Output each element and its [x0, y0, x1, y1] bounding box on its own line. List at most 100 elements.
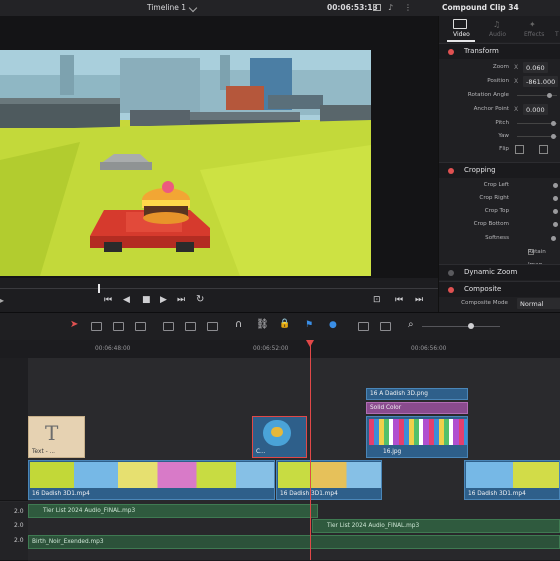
- section-enable-dot[interactable]: [448, 49, 454, 55]
- crop-right-label: Crop Right: [479, 195, 509, 201]
- play-icon[interactable]: ▶: [160, 295, 167, 305]
- game-scene-image: [0, 50, 371, 276]
- transport-bar: ▸ ⏮ ◀ ■ ▶ ⏭ ↻ ⊡ ⏮ ⏭: [0, 278, 438, 312]
- retain-row: Retain Imag: [439, 246, 560, 268]
- video-tab-icon[interactable]: [453, 19, 467, 29]
- section-enable-dot[interactable]: [448, 287, 454, 293]
- flag-icon[interactable]: ⚑: [305, 320, 313, 330]
- crop-left-row: Crop Left: [439, 179, 560, 192]
- composite-section-header[interactable]: Composite: [439, 281, 560, 297]
- crop-left-slider[interactable]: [553, 183, 558, 188]
- section-enable-dot[interactable]: [448, 168, 454, 174]
- zoom-x-field[interactable]: 0.060: [523, 62, 548, 73]
- rotation-slider[interactable]: [547, 93, 552, 98]
- scrubber-handle[interactable]: [98, 284, 100, 293]
- clip-solid-color[interactable]: Solid Color: [366, 402, 468, 414]
- cropping-section-header[interactable]: Cropping: [439, 162, 560, 178]
- audio-clip-a1[interactable]: Tier List 2024 Audio_FINAL.mp3: [28, 504, 318, 518]
- zoom-detail-icon[interactable]: [380, 322, 391, 331]
- zoom-slider-handle[interactable]: [468, 323, 474, 329]
- clip-label: 16.jpg: [383, 449, 402, 455]
- inspector-title: Compound Clip 34: [442, 3, 519, 12]
- overwrite-clip-icon[interactable]: [185, 322, 196, 331]
- audio-clip-a3[interactable]: Birth_Noir_Exended.mp3: [28, 535, 560, 549]
- clip-compound-selected[interactable]: C...: [252, 416, 307, 458]
- stop-icon[interactable]: ■: [142, 295, 151, 305]
- blade-tool-icon[interactable]: [135, 322, 146, 331]
- yaw-slider[interactable]: [551, 134, 556, 139]
- zoom-search-icon[interactable]: ⌕: [408, 319, 414, 330]
- a2-volume[interactable]: 2.0: [14, 522, 24, 529]
- track-headers: [0, 358, 28, 501]
- dynamic-zoom-section-header[interactable]: Dynamic Zoom: [439, 264, 560, 280]
- crop-bottom-slider[interactable]: [553, 222, 558, 227]
- marker-icon[interactable]: ●: [329, 320, 337, 330]
- section-title: Transform: [464, 47, 499, 55]
- audio-tab-icon[interactable]: ♫: [493, 20, 500, 29]
- position-x-field[interactable]: -861.000: [523, 76, 559, 87]
- match-frame-icon[interactable]: ⊡: [373, 295, 381, 305]
- timeline-panel: 00:06:48:00 00:06:52:00 00:06:56:00 16 A…: [0, 340, 560, 561]
- linked-selection-icon[interactable]: ⛓: [256, 319, 269, 330]
- position-row: Position X -861.000: [439, 75, 560, 88]
- composite-mode-select[interactable]: Normal: [517, 298, 560, 309]
- text-title-icon: T: [45, 421, 59, 445]
- more-options-icon[interactable]: ⋮: [404, 3, 412, 12]
- anchor-label: Anchor Point: [473, 106, 509, 112]
- zoom-full-icon[interactable]: [358, 322, 369, 331]
- tab-audio[interactable]: Audio: [489, 31, 506, 38]
- lock-icon[interactable]: 🔒: [279, 319, 290, 329]
- tab-video[interactable]: Video: [453, 31, 470, 38]
- play-reverse-icon[interactable]: ◀: [123, 295, 130, 305]
- clip-thumbnail-strip: [30, 462, 274, 488]
- clip-dadish-mp4-b[interactable]: 16 Dadish 3D1.mp4: [276, 460, 382, 500]
- a1-volume[interactable]: 2.0: [14, 508, 24, 515]
- monitor-icon[interactable]: [373, 4, 381, 11]
- crop-bottom-label: Crop Bottom: [473, 221, 509, 227]
- crop-top-slider[interactable]: [553, 209, 558, 214]
- replace-clip-icon[interactable]: [207, 322, 218, 331]
- snapping-icon[interactable]: ∩: [235, 319, 242, 330]
- flip-vertical-icon[interactable]: [539, 145, 548, 154]
- transform-section-header[interactable]: Transform: [439, 43, 560, 59]
- insert-clip-icon[interactable]: [163, 322, 174, 331]
- timeline-name[interactable]: Timeline 1: [147, 0, 186, 16]
- clip-dadish-png[interactable]: 16 A Dadish 3D.png: [366, 388, 468, 400]
- zoom-slider-track[interactable]: [422, 326, 500, 327]
- audio-clip-a2[interactable]: Tier List 2024 Audio_FINAL.mp3: [312, 519, 560, 533]
- clip-dadish-mp4-a[interactable]: 16 Dadish 3D1.mp4: [28, 460, 275, 500]
- section-title: Dynamic Zoom: [464, 268, 518, 276]
- timeline-ruler[interactable]: 00:06:48:00 00:06:52:00 00:06:56:00: [0, 340, 560, 358]
- go-to-start-icon[interactable]: ⏮: [104, 295, 112, 305]
- clip-text[interactable]: T Text - ...: [28, 416, 85, 458]
- audio-icon[interactable]: ♪: [388, 3, 393, 12]
- effects-tab-icon[interactable]: ✦: [529, 20, 536, 29]
- clip-jpg[interactable]: 16.jpg: [366, 416, 468, 458]
- top-bar: Timeline 1 00:06:53:13 ♪ ⋮ Compound Clip…: [0, 0, 560, 17]
- active-tab-indicator: [447, 40, 475, 42]
- dynamic-trim-icon[interactable]: [113, 322, 124, 331]
- prev-edit-icon[interactable]: ▸: [0, 296, 4, 305]
- tab-effects[interactable]: Effects: [524, 31, 544, 38]
- anchor-x-field[interactable]: 0.000: [523, 104, 548, 115]
- a3-volume[interactable]: 2.0: [14, 537, 24, 544]
- pitch-slider[interactable]: [551, 121, 556, 126]
- playhead-handle[interactable]: [306, 340, 314, 347]
- go-to-end-icon[interactable]: ⏭: [177, 295, 185, 305]
- softness-slider[interactable]: [551, 236, 556, 241]
- clip-dadish-mp4-c[interactable]: 16 Dadish 3D1.mp4: [464, 460, 560, 500]
- trim-tool-icon[interactable]: [91, 322, 102, 331]
- audio-clip-label: Birth_Noir_Exended.mp3: [32, 539, 104, 545]
- next-clip-icon[interactable]: ⏭: [415, 295, 423, 305]
- section-enable-dot[interactable]: [448, 270, 454, 276]
- tab-more[interactable]: T: [555, 31, 559, 38]
- loop-icon[interactable]: ↻: [196, 294, 204, 305]
- crop-right-slider[interactable]: [553, 196, 558, 201]
- playhead-line[interactable]: [310, 340, 311, 560]
- scrubber-track[interactable]: [0, 288, 438, 289]
- flip-horizontal-icon[interactable]: [515, 145, 524, 154]
- video-preview[interactable]: [0, 50, 371, 276]
- prev-clip-icon[interactable]: ⏮: [395, 295, 403, 305]
- chevron-down-icon[interactable]: [188, 3, 198, 13]
- selection-tool-icon[interactable]: ➤: [70, 319, 78, 330]
